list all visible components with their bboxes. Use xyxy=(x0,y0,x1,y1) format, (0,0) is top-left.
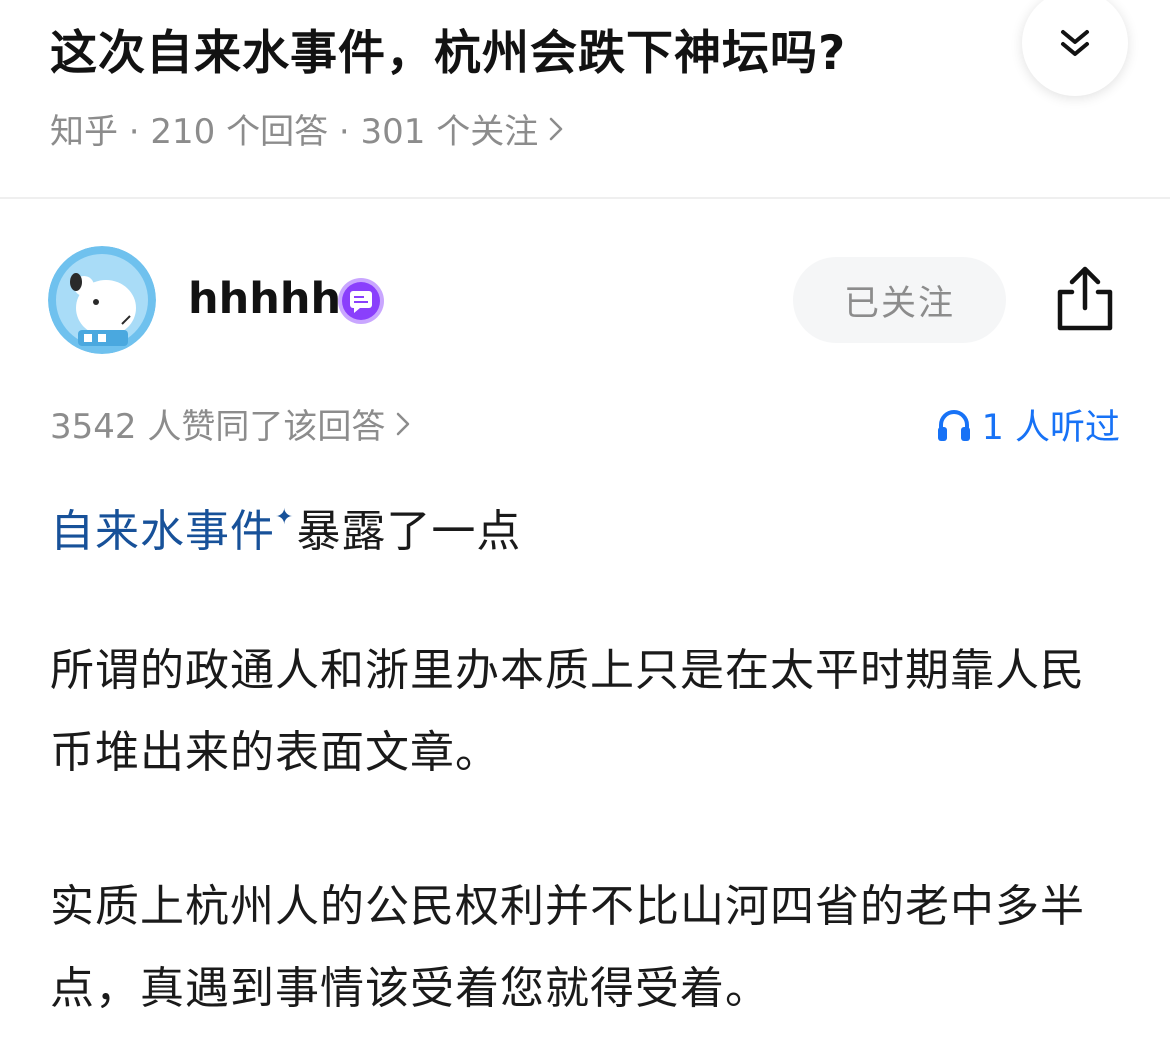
follow-button[interactable]: 已关注 xyxy=(793,257,1006,343)
question-meta-text: 知乎 · 210 个回答 · 301 个关注 xyxy=(50,112,539,152)
chevron-right-icon xyxy=(397,412,410,435)
share-icon[interactable] xyxy=(1052,264,1118,334)
section-divider xyxy=(0,197,1170,199)
avatar[interactable] xyxy=(48,246,156,354)
vote-count-text: 3542 人赞同了该回答 xyxy=(50,407,386,447)
answer-paragraph: 实质上杭州人的公民权利并不比山河四省的老中多半点，真遇到事情该受着您就得受着。 xyxy=(50,881,1085,1014)
author-name[interactable]: hhhhh xyxy=(188,274,341,324)
answer-paragraph: 自来水事件✦暴露了一点 xyxy=(50,477,1120,573)
headphones-icon xyxy=(937,409,970,441)
question-meta-link[interactable]: 知乎 · 210 个回答 · 301 个关注 xyxy=(50,104,564,153)
listen-count-text: 1 人听过 xyxy=(981,408,1120,448)
double-chevron-down-icon xyxy=(1061,30,1089,56)
answer-text: 暴露了一点 xyxy=(296,506,522,557)
collapse-button[interactable] xyxy=(1022,0,1128,96)
question-title[interactable]: 这次自来水事件，杭州会跌下神坛吗? xyxy=(50,14,846,83)
sparkle-icon: ✦ xyxy=(275,505,295,530)
chevron-right-icon xyxy=(550,117,563,140)
topic-link[interactable]: 自来水事件 xyxy=(50,506,275,557)
message-badge-icon xyxy=(336,276,386,326)
listen-button[interactable]: 1 人听过 xyxy=(936,399,1120,450)
answer-paragraph: 所谓的政通人和浙里办本质上只是在太平时期靠人民币堆出来的表面文章。 xyxy=(50,645,1085,778)
vote-count-link[interactable]: 3542 人赞同了该回答 xyxy=(50,399,411,448)
